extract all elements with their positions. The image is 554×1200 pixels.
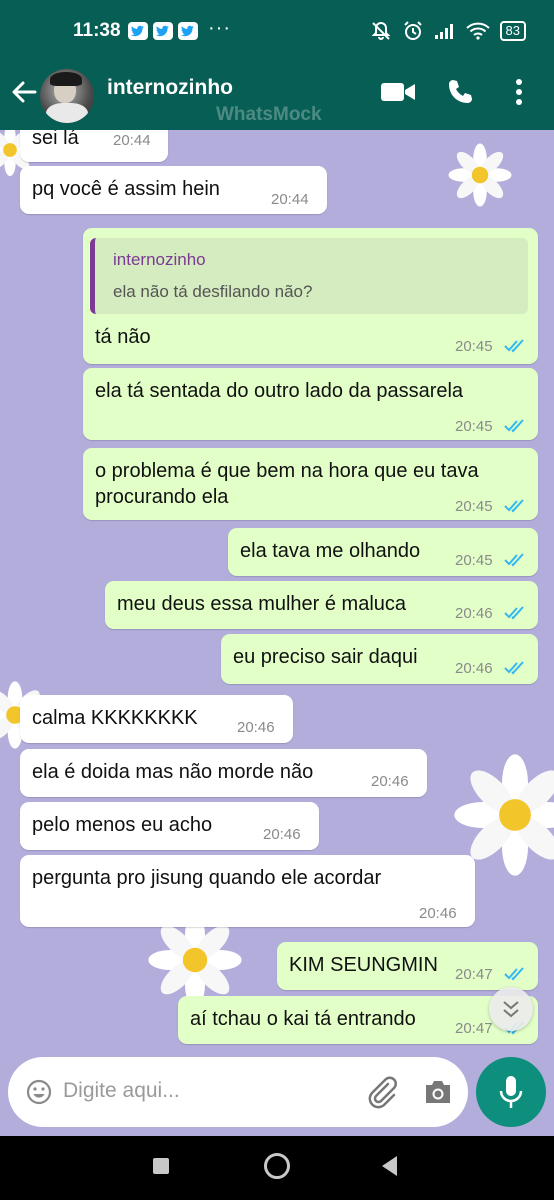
message-outgoing[interactable]: ela tava me olhando 20:45: [228, 528, 538, 576]
more-vert-icon[interactable]: [514, 78, 524, 106]
message-outgoing[interactable]: ela tá sentada do outro lado da passarel…: [83, 368, 538, 440]
message-text: tá não: [95, 326, 151, 348]
message-time: 20:46: [371, 773, 409, 790]
message-time: 20:46: [419, 905, 457, 922]
message-outgoing-reply[interactable]: internozinho ela não tá desfilando não? …: [83, 228, 538, 364]
twitter-notification-icon: [128, 22, 148, 40]
mute-bell-icon: [371, 21, 390, 40]
message-text: KIM SEUNGMIN: [289, 954, 438, 976]
system-icons: 83: [370, 20, 526, 42]
message-outgoing[interactable]: eu preciso sair daqui 20:46: [221, 634, 538, 684]
message-time: 20:45: [455, 338, 493, 355]
video-call-icon[interactable]: [380, 80, 416, 104]
twitter-notification-icon: [153, 22, 173, 40]
message-input[interactable]: Digite aqui...: [63, 1079, 180, 1103]
recent-apps-button[interactable]: [153, 1158, 169, 1174]
watermark-text: WhatsMock: [216, 104, 322, 125]
message-text: pergunta pro jisung quando ele acordar: [32, 867, 382, 889]
message-time: 20:44: [113, 132, 151, 149]
message-time: 20:44: [271, 191, 309, 208]
scroll-to-bottom-button[interactable]: [489, 987, 533, 1031]
avatar[interactable]: [40, 69, 94, 123]
message-incoming[interactable]: calma KKKKKKKK 20:46: [20, 695, 293, 743]
message-text: aí tchau o kai tá entrando: [190, 1008, 416, 1030]
back-button[interactable]: [382, 1156, 397, 1176]
quoted-message[interactable]: internozinho ela não tá desfilando não?: [90, 238, 528, 314]
phone-icon[interactable]: [446, 78, 474, 106]
read-ticks-icon: [504, 419, 524, 433]
read-ticks-icon: [504, 661, 524, 675]
message-outgoing[interactable]: o problema é que bem na hora que eu tava…: [83, 448, 538, 520]
twitter-notification-icon: [178, 22, 198, 40]
message-text: calma KKKKKKKK: [32, 707, 198, 729]
chat-area[interactable]: sei lá 20:44 pq você é assim hein 20:44 …: [0, 130, 554, 1050]
message-text: pq você é assim hein: [32, 178, 220, 200]
message-time: 20:46: [237, 719, 275, 736]
read-ticks-icon: [504, 553, 524, 567]
message-input-bar[interactable]: Digite aqui...: [8, 1057, 468, 1127]
double-chevron-down-icon: [503, 1001, 519, 1018]
quoted-sender: internozinho: [113, 250, 206, 269]
message-incoming[interactable]: pelo menos eu acho 20:46: [20, 802, 319, 850]
daisy-wallpaper-icon: [448, 143, 512, 207]
read-ticks-icon: [504, 606, 524, 620]
message-outgoing[interactable]: KIM SEUNGMIN 20:47: [277, 942, 538, 990]
message-outgoing[interactable]: aí tchau o kai tá entrando 20:47: [178, 996, 538, 1044]
status-time: 11:38: [73, 20, 121, 41]
wifi-icon: [465, 22, 490, 40]
message-outgoing[interactable]: meu deus essa mulher é maluca 20:46: [105, 581, 538, 629]
message-time: 20:46: [263, 826, 301, 843]
message-incoming[interactable]: ela é doida mas não morde não 20:46: [20, 749, 427, 797]
system-navigation-bar: [0, 1136, 554, 1200]
read-ticks-icon: [504, 499, 524, 513]
more-notifications-icon: ···: [208, 17, 231, 39]
voice-record-button[interactable]: [476, 1057, 546, 1127]
message-incoming[interactable]: pq você é assim hein 20:44: [20, 166, 327, 214]
message-time: 20:45: [455, 418, 493, 435]
alarm-icon: [403, 21, 422, 40]
back-arrow-icon[interactable]: [10, 78, 38, 106]
message-text: meu deus essa mulher é maluca: [117, 593, 407, 615]
message-time: 20:45: [455, 498, 493, 515]
message-text: sei lá: [32, 130, 79, 149]
message-time: 20:46: [455, 605, 493, 622]
camera-icon[interactable]: [423, 1079, 453, 1105]
message-incoming[interactable]: sei lá 20:44: [20, 130, 168, 162]
attach-icon[interactable]: [366, 1075, 398, 1109]
mic-icon: [499, 1076, 523, 1108]
home-button[interactable]: [264, 1153, 290, 1179]
message-text: ela tá sentada do outro lado da passarel…: [95, 380, 464, 402]
message-text-line2: procurando ela: [95, 486, 229, 508]
message-time: 20:45: [455, 552, 493, 569]
message-text: ela é doida mas não morde não: [32, 761, 314, 783]
contact-name[interactable]: internozinho: [107, 76, 233, 100]
emoji-icon[interactable]: [26, 1079, 52, 1105]
message-incoming[interactable]: pergunta pro jisung quando ele acordar 2…: [20, 855, 475, 927]
battery-indicator: 83: [499, 21, 526, 41]
message-text: eu preciso sair daqui: [233, 646, 418, 668]
status-bar: 11:38 ··· 83: [0, 0, 554, 64]
read-ticks-icon: [504, 967, 524, 981]
signal-icon: [434, 24, 453, 39]
message-time: 20:46: [455, 660, 493, 677]
read-ticks-icon: [504, 339, 524, 353]
chat-header: internozinho WhatsMock: [0, 64, 554, 130]
message-time: 20:47: [455, 966, 493, 983]
composer: Digite aqui...: [0, 1050, 554, 1136]
message-text: ela tava me olhando: [240, 540, 421, 562]
message-text: pelo menos eu acho: [32, 814, 213, 836]
quoted-text: ela não tá desfilando não?: [113, 282, 313, 301]
message-time: 20:47: [455, 1020, 493, 1037]
message-text-line1: o problema é que bem na hora que eu tava: [95, 460, 479, 482]
